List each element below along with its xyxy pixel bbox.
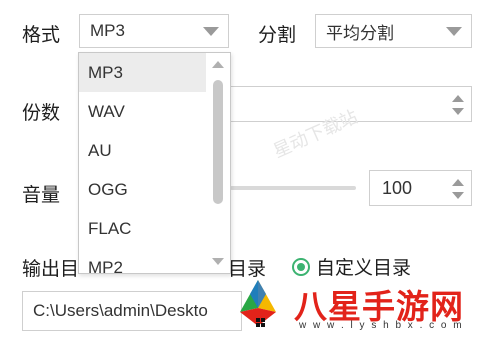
- volume-value: 100: [382, 177, 413, 198]
- dropdown-scrollbar[interactable]: [206, 53, 230, 273]
- volume-label: 音量: [22, 185, 61, 206]
- dropdown-option[interactable]: MP2: [79, 248, 206, 274]
- dropdown-option[interactable]: OGG: [79, 170, 206, 209]
- format-select[interactable]: MP3: [79, 14, 229, 48]
- chevron-down-icon: [446, 27, 462, 36]
- scroll-up-icon[interactable]: [212, 61, 224, 68]
- volume-slider[interactable]: [230, 186, 356, 190]
- copies-label: 份数: [22, 103, 61, 124]
- chevron-down-icon: [203, 27, 219, 36]
- output-option-partial[interactable]: 目录: [228, 254, 266, 281]
- split-select-value: 平均分割: [326, 23, 394, 43]
- spin-arrows-icon[interactable]: [452, 179, 464, 199]
- radio-checked-icon: [292, 257, 310, 276]
- brand-logo-icon: [240, 280, 276, 327]
- dropdown-option[interactable]: WAV: [79, 92, 206, 131]
- split-label: 分割: [258, 25, 297, 46]
- split-select[interactable]: 平均分割: [315, 14, 472, 48]
- format-label: 格式: [22, 25, 61, 46]
- brand-url: w w w . l y s h b x . c o m: [299, 320, 464, 331]
- dropdown-option[interactable]: MP3: [79, 53, 206, 92]
- output-label: 输出目: [22, 259, 80, 280]
- dropdown-option[interactable]: AU: [79, 131, 206, 170]
- custom-dir-label: 自定义目录: [316, 258, 412, 279]
- output-path-input[interactable]: C:\Users\admin\Deskto: [22, 291, 242, 331]
- scroll-down-icon[interactable]: [212, 258, 224, 265]
- scrollbar-thumb[interactable]: [213, 80, 223, 204]
- format-select-value: MP3: [90, 21, 125, 40]
- dropdown-option[interactable]: FLAC: [79, 209, 206, 248]
- format-dropdown-list[interactable]: MP3 WAV AU OGG FLAC MP2: [78, 52, 231, 274]
- spin-arrows-icon[interactable]: [452, 95, 464, 115]
- custom-dir-radio[interactable]: 自定义目录: [292, 253, 411, 280]
- volume-stepper[interactable]: 100: [369, 170, 472, 206]
